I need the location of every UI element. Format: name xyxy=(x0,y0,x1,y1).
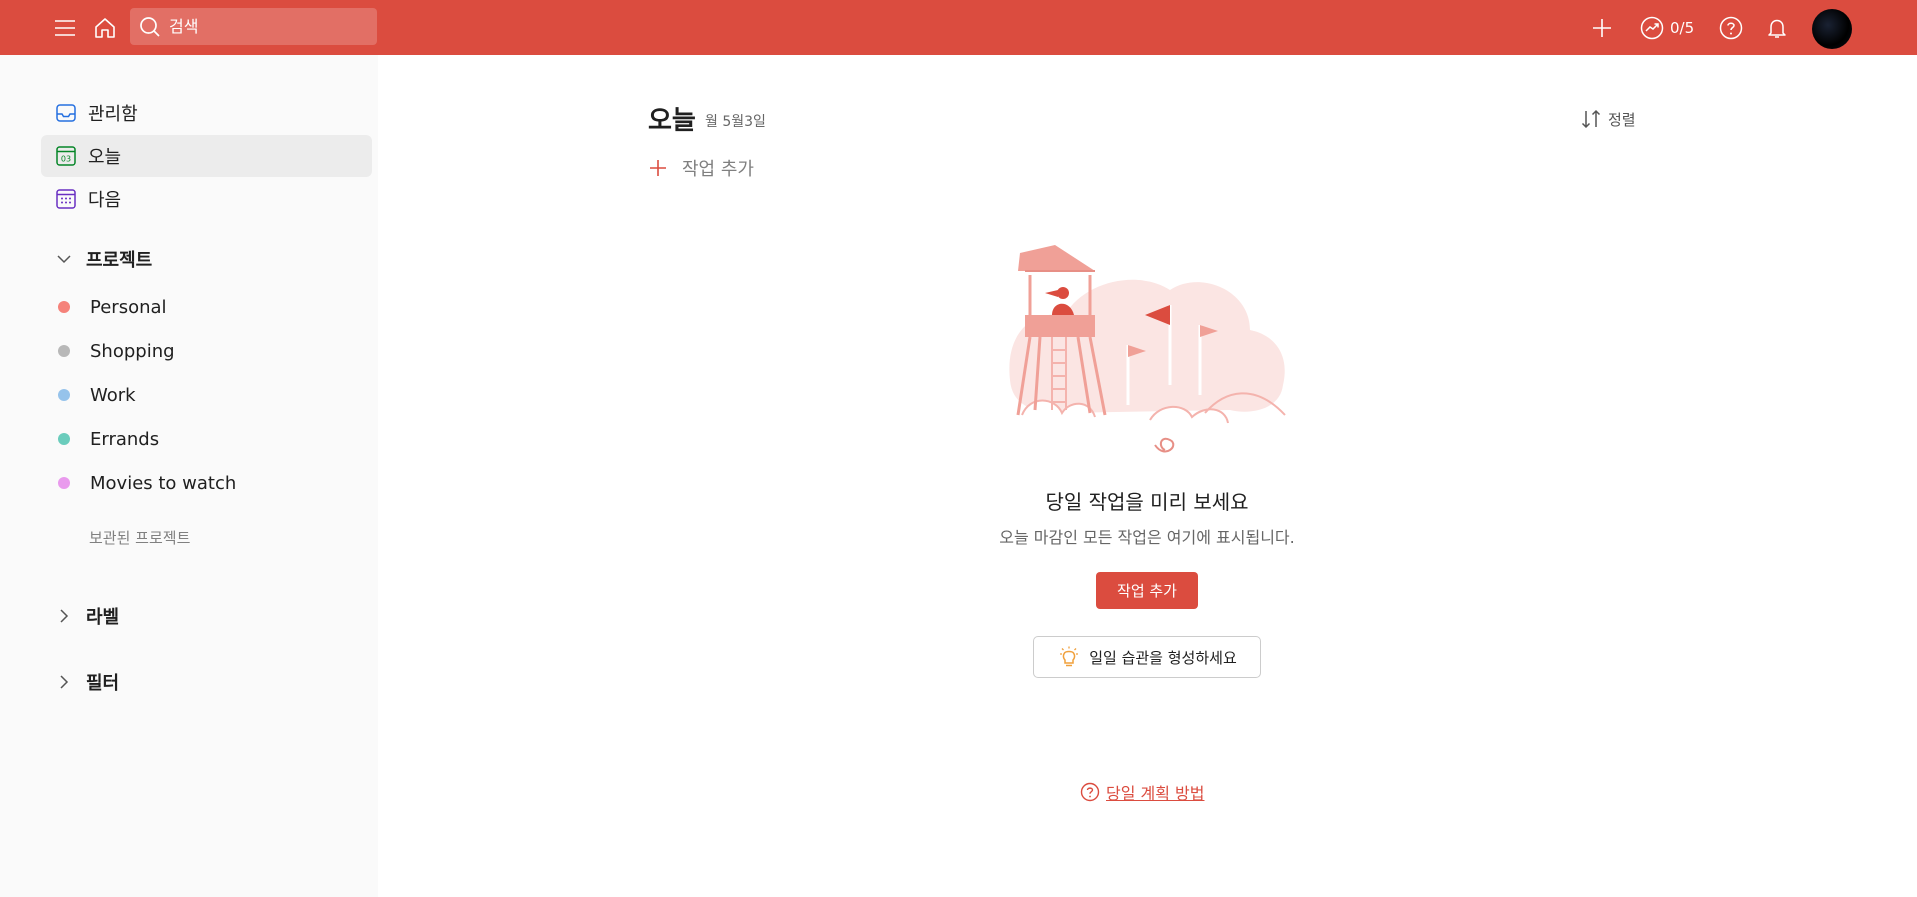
sidebar-item-project[interactable]: Movies to watch xyxy=(58,468,236,498)
top-bar: 0/5 xyxy=(0,0,1917,55)
upcoming-calendar-icon xyxy=(54,187,78,211)
sidebar-item-project[interactable]: Personal xyxy=(58,292,167,322)
daily-habit-label: 일일 습관을 형성하세요 xyxy=(1089,648,1237,667)
labels-header: 라벨 xyxy=(86,607,120,628)
chevron-down-icon xyxy=(57,255,71,264)
sort-button[interactable]: 정렬 xyxy=(1580,108,1636,130)
project-color-dot xyxy=(58,389,70,401)
sidebar-item-label: 다음 xyxy=(88,190,122,211)
watchtower-illustration xyxy=(1009,245,1286,453)
sidebar-item-today[interactable]: 03 오늘 xyxy=(41,135,372,177)
sidebar-item-project[interactable]: Shopping xyxy=(58,336,175,366)
page-title: 오늘 xyxy=(648,106,696,136)
add-task-inline[interactable]: 작업 추가 xyxy=(648,153,754,183)
notifications-bell-icon[interactable] xyxy=(1764,0,1790,55)
inbox-icon xyxy=(54,101,78,125)
avatar[interactable] xyxy=(1812,9,1852,49)
today-day-number: 03 xyxy=(61,155,71,164)
add-task-label: 작업 추가 xyxy=(682,159,754,180)
sort-label: 정렬 xyxy=(1608,110,1636,129)
home-icon[interactable] xyxy=(92,0,118,55)
labels-section-header[interactable]: 라벨 xyxy=(56,601,119,631)
project-color-dot xyxy=(58,301,70,313)
search-input[interactable] xyxy=(169,17,359,36)
projects-header: 프로젝트 xyxy=(86,250,153,271)
archived-projects-link[interactable]: 보관된 프로젝트 xyxy=(89,527,190,548)
lightbulb-icon xyxy=(1060,646,1079,667)
sidebar-item-project[interactable]: Errands xyxy=(58,424,159,454)
trend-icon xyxy=(1640,16,1664,39)
sidebar: 관리함 03 오늘 다음 프로젝트 Personal Shopping Work… xyxy=(0,55,378,897)
project-color-dot xyxy=(58,345,70,357)
add-task-button[interactable]: 작업 추가 xyxy=(1096,572,1198,609)
menu-icon[interactable] xyxy=(52,0,78,55)
project-label: Movies to watch xyxy=(90,472,237,494)
project-label: Work xyxy=(90,384,136,406)
help-icon[interactable] xyxy=(1718,0,1744,55)
empty-state-description: 오늘 마감인 모든 작업은 여기에 표시됩니다. xyxy=(999,528,1295,547)
chevron-right-icon xyxy=(60,609,69,623)
page-date: 월 5월3일 xyxy=(705,114,766,130)
project-label: Shopping xyxy=(90,340,175,362)
project-color-dot xyxy=(58,477,70,489)
search-icon xyxy=(140,16,160,37)
sort-icon xyxy=(1581,109,1601,129)
chevron-right-icon xyxy=(60,675,69,689)
sidebar-item-label: 오늘 xyxy=(88,147,122,168)
project-label: Errands xyxy=(90,428,160,450)
today-calendar-icon: 03 xyxy=(54,144,78,168)
quick-add-icon[interactable] xyxy=(1590,0,1614,55)
filters-header: 필터 xyxy=(86,673,120,694)
empty-state-title: 당일 작업을 미리 보세요 xyxy=(1045,490,1249,514)
help-circle-icon xyxy=(1080,782,1100,802)
project-color-dot xyxy=(58,433,70,445)
karma-count: 0/5 xyxy=(1670,18,1695,37)
plus-icon xyxy=(650,160,666,176)
karma-button[interactable]: 0/5 xyxy=(1640,0,1702,55)
filters-section-header[interactable]: 필터 xyxy=(56,667,119,697)
project-label: Personal xyxy=(90,296,167,318)
projects-section-header[interactable]: 프로젝트 xyxy=(56,244,152,274)
planning-help-link[interactable]: 당일 계획 방법 xyxy=(1080,780,1205,804)
daily-habit-button[interactable]: 일일 습관을 형성하세요 xyxy=(1033,636,1261,678)
sidebar-item-label: 관리함 xyxy=(88,104,138,125)
sidebar-item-inbox[interactable]: 관리함 xyxy=(41,92,372,134)
planning-help-label: 당일 계획 방법 xyxy=(1106,784,1205,803)
sidebar-item-project[interactable]: Work xyxy=(58,380,136,410)
sidebar-item-upcoming[interactable]: 다음 xyxy=(41,178,372,220)
search-box[interactable] xyxy=(130,8,377,45)
